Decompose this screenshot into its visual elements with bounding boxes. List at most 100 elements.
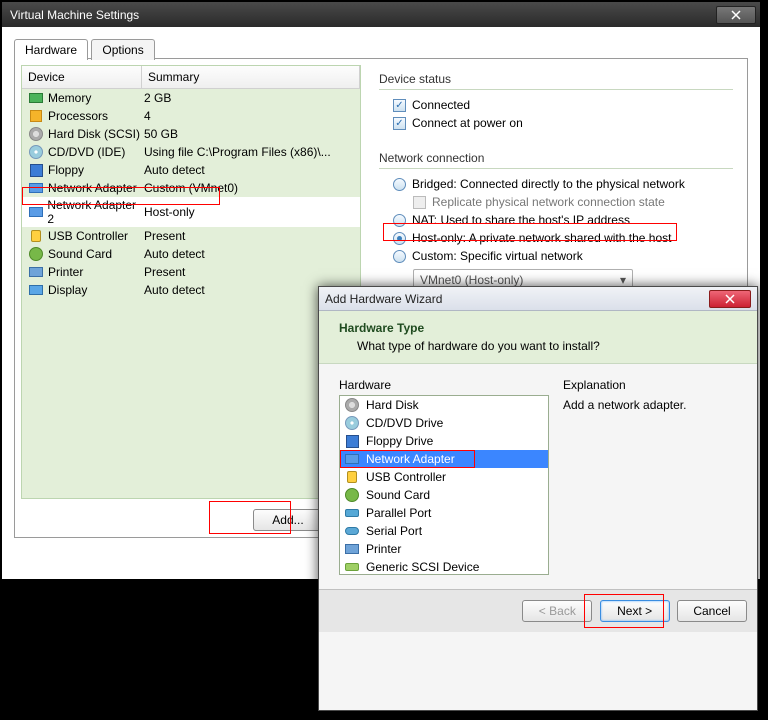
device-name: Display [48, 283, 87, 297]
device-row[interactable]: DisplayAuto detect [22, 281, 360, 299]
device-name: Floppy [48, 163, 84, 177]
radio-custom[interactable]: Custom: Specific virtual network [379, 247, 733, 265]
chevron-down-icon: ▾ [620, 273, 626, 287]
left-pane: Device Summary Memory2 GBProcessors4Hard… [21, 65, 361, 531]
connected-checkbox-row[interactable]: ✓ Connected [379, 96, 733, 114]
hardware-list[interactable]: Hard Disk CD/DVD DriveFloppy Drive Network… [339, 395, 549, 575]
hardware-item-label: Hard Disk [366, 398, 419, 412]
hardware-item[interactable]: Generic SCSI Device [340, 558, 548, 575]
replicate-label: Replicate physical network connection st… [432, 195, 665, 209]
close-icon [731, 10, 741, 20]
host-only-label: Host-only: A private network shared with… [412, 231, 671, 245]
usb-icon [28, 228, 44, 244]
net-icon [28, 204, 43, 220]
connect-power-on-label: Connect at power on [412, 116, 523, 130]
device-row[interactable]: CD/DVD (IDE) Using file C:\Program Files … [22, 143, 360, 161]
net-icon [344, 451, 360, 467]
device-summary: Custom (VMnet0) [144, 181, 360, 195]
wizard-footer: < Back Next > Cancel [319, 589, 757, 632]
device-name: Network Adapter 2 [47, 198, 142, 226]
device-summary: Present [144, 229, 360, 243]
cd-icon [28, 144, 44, 160]
wizard-close-button[interactable] [709, 290, 751, 308]
device-row[interactable]: Network Adapter Custom (VMnet0) [22, 179, 360, 197]
radio-nat[interactable]: NAT: Used to share the host's IP address [379, 211, 733, 229]
device-summary: Using file C:\Program Files (x86)\... [144, 145, 360, 159]
device-summary: 2 GB [144, 91, 360, 105]
device-row[interactable]: Network Adapter 2Host-only [22, 197, 360, 227]
tab-options[interactable]: Options [91, 39, 154, 60]
net-icon [28, 180, 44, 196]
device-list: Device Summary Memory2 GBProcessors4Hard… [21, 65, 361, 499]
device-name: Printer [48, 265, 83, 279]
hardware-item[interactable]: Network Adapter [340, 450, 548, 468]
device-summary: Auto detect [144, 163, 360, 177]
device-name: Processors [48, 109, 108, 123]
hardware-label: Hardware [339, 378, 549, 395]
wizard-header: Hardware Type What type of hardware do y… [319, 311, 757, 364]
explanation-text: Add a network adapter. [563, 398, 737, 412]
snd-icon [344, 487, 360, 503]
scsi-icon [344, 559, 360, 575]
wizard-header-title: Hardware Type [339, 321, 737, 335]
device-row[interactable]: PrinterPresent [22, 263, 360, 281]
usb-icon [344, 469, 360, 485]
hardware-item-label: Printer [366, 542, 401, 556]
add-hardware-wizard-window: Add Hardware Wizard Hardware Type What t… [318, 286, 758, 711]
device-row[interactable]: Hard Disk (SCSI) 50 GB [22, 125, 360, 143]
device-row[interactable]: Processors4 [22, 107, 360, 125]
device-row[interactable]: Floppy Auto detect [22, 161, 360, 179]
device-name: CD/DVD (IDE) [48, 145, 125, 159]
hardware-item[interactable]: CD/DVD Drive [340, 414, 548, 432]
col-summary[interactable]: Summary [142, 66, 360, 88]
device-name: USB Controller [48, 229, 128, 243]
prn-icon [28, 264, 44, 280]
wizard-titlebar: Add Hardware Wizard [319, 287, 757, 311]
device-name: Sound Card [48, 247, 112, 261]
wizard-header-sub: What type of hardware do you want to ins… [339, 335, 737, 353]
checkbox-unchecked-icon: ✓ [413, 196, 426, 209]
device-summary: 50 GB [144, 127, 360, 141]
radio-bridged[interactable]: Bridged: Connected directly to the physi… [379, 175, 733, 193]
col-device[interactable]: Device [22, 66, 142, 88]
prn-icon [344, 541, 360, 557]
replicate-checkbox-row: ✓ Replicate physical network connection … [379, 193, 733, 211]
device-name: Network Adapter [48, 181, 137, 195]
device-name: Memory [48, 91, 91, 105]
close-button[interactable] [716, 6, 756, 24]
hardware-item-label: Network Adapter [366, 452, 455, 466]
snd-icon [28, 246, 44, 262]
close-icon [725, 294, 735, 304]
hardware-item[interactable]: Hard Disk [340, 396, 548, 414]
cpu-icon [28, 108, 44, 124]
hardware-item[interactable]: Printer [340, 540, 548, 558]
radio-icon [393, 214, 406, 227]
cancel-button[interactable]: Cancel [677, 600, 747, 622]
device-name: Hard Disk (SCSI) [48, 127, 140, 141]
wizard-left: Hardware Hard Disk CD/DVD DriveFloppy Dri… [339, 378, 549, 575]
wizard-body: Hardware Hard Disk CD/DVD DriveFloppy Dri… [319, 364, 757, 589]
floppy-icon [28, 162, 44, 178]
par-icon [344, 505, 360, 521]
disp-icon [28, 282, 44, 298]
device-row[interactable]: Memory 2 GB [22, 89, 360, 107]
radio-icon [393, 250, 406, 263]
add-button[interactable]: Add... [253, 509, 323, 531]
connect-power-on-checkbox-row[interactable]: ✓ Connect at power on [379, 114, 733, 132]
hardware-item[interactable]: Sound Card [340, 486, 548, 504]
hardware-item[interactable]: Floppy Drive [340, 432, 548, 450]
radio-host-only[interactable]: Host-only: A private network shared with… [379, 229, 733, 247]
device-row[interactable]: Sound CardAuto detect [22, 245, 360, 263]
next-button[interactable]: Next > [600, 600, 670, 622]
device-row[interactable]: USB Controller Present [22, 227, 360, 245]
disk-icon [28, 126, 44, 142]
hardware-item-label: USB Controller [366, 470, 446, 484]
hardware-item-label: Generic SCSI Device [366, 560, 479, 574]
wizard-title: Add Hardware Wizard [325, 292, 709, 306]
connected-label: Connected [412, 98, 470, 112]
tab-hardware[interactable]: Hardware [14, 39, 88, 60]
hardware-item[interactable]: Parallel Port [340, 504, 548, 522]
hardware-item[interactable]: Serial Port [340, 522, 548, 540]
hardware-item[interactable]: USB Controller [340, 468, 548, 486]
checkbox-checked-icon: ✓ [393, 117, 406, 130]
